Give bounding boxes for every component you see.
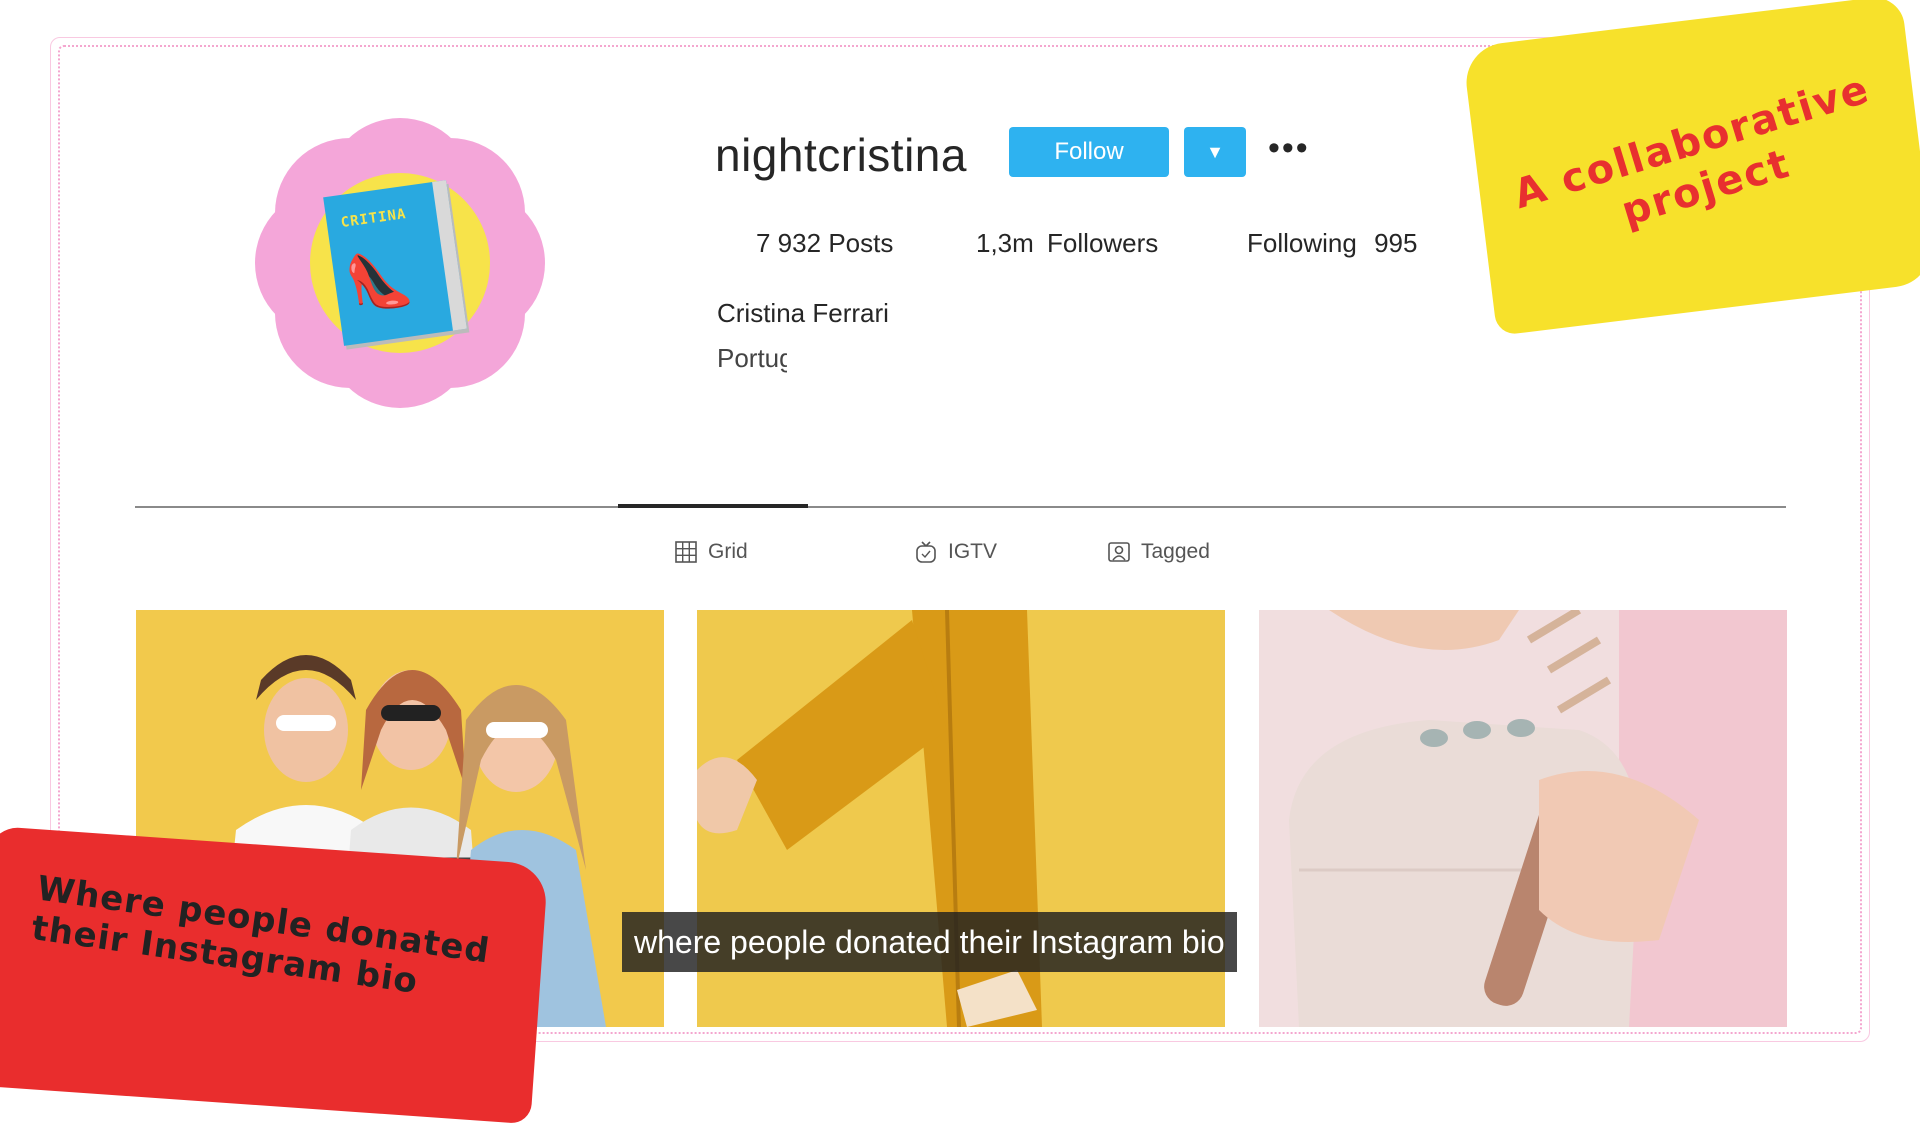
more-options-button[interactable]: •••	[1268, 131, 1310, 165]
followers-count: 1,3m	[976, 228, 1034, 258]
profile-avatar[interactable]: CRITINA 👠	[255, 118, 545, 408]
profile-full-name: Cristina Ferrari	[717, 298, 889, 328]
tagged-icon	[1108, 542, 1130, 562]
magazine-title: CRITINA	[339, 206, 408, 232]
profile-bio-location: Portug	[717, 343, 787, 373]
magazine-icon: CRITINA 👠	[323, 180, 467, 346]
tab-igtv[interactable]: IGTV	[914, 540, 997, 564]
posts-label: Posts	[828, 228, 894, 258]
sticker-donated-bio: Where people donated their Instagram bio	[0, 825, 549, 1124]
following-count: 995	[1374, 228, 1418, 258]
handbag-photo	[1259, 610, 1787, 1027]
tabs-divider	[135, 506, 1786, 508]
tab-tagged-label: Tagged	[1141, 540, 1210, 563]
high-heel-icon: 👠	[341, 247, 417, 316]
sticker-collaborative-project: A collaborative project	[1461, 0, 1920, 336]
sticker-yellow-text: A collaborative project	[1508, 66, 1876, 236]
sticker-red-text: Where people donated their Instagram bio	[29, 868, 493, 1002]
caret-down-icon: ▼	[1206, 141, 1224, 162]
grid-icon	[675, 541, 697, 563]
followers-stat[interactable]: 1,3m Followers	[976, 228, 1158, 259]
tab-igtv-label: IGTV	[948, 540, 998, 563]
follow-button[interactable]: Follow	[1009, 127, 1169, 177]
following-label: Following	[1247, 228, 1357, 258]
tab-tagged[interactable]: Tagged	[1107, 540, 1210, 564]
posts-stat[interactable]: 7 932 Posts	[756, 228, 893, 259]
active-tab-indicator	[618, 504, 808, 508]
post-tile-handbag[interactable]	[1259, 610, 1787, 1027]
tab-grid-label: Grid	[708, 540, 748, 563]
suggestions-dropdown-button[interactable]: ▼	[1184, 127, 1246, 177]
profile-username: nightcristina	[715, 129, 967, 181]
igtv-icon	[916, 541, 936, 563]
tab-grid[interactable]: Grid	[674, 540, 748, 564]
posts-count: 7 932	[756, 228, 822, 258]
followers-label: Followers	[1047, 228, 1159, 258]
video-subtitle: where people donated their Instagram bio	[622, 912, 1237, 972]
following-stat[interactable]: Following 995	[1247, 228, 1417, 259]
